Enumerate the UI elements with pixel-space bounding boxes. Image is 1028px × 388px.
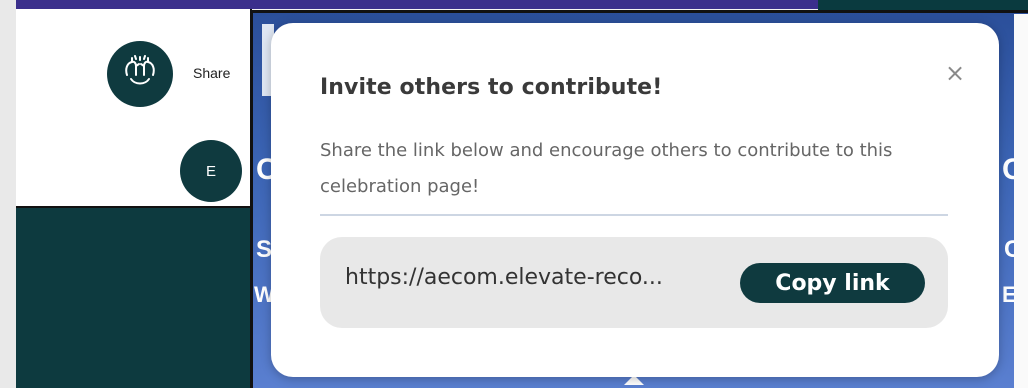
modal-description: Share the link below and encourage other… [320,140,893,197]
celebration-emblem-avatar [107,41,173,107]
banner-letter: S [256,236,273,263]
modal-title: Invite others to contribute! [320,75,663,100]
user-avatar[interactable]: E [180,140,242,202]
close-icon: × [944,59,966,87]
right-background-strip [1014,14,1028,388]
divider [320,214,948,216]
share-link-box: https://aecom.elevate-reco... Copy link [320,237,948,328]
share-link-url[interactable]: https://aecom.elevate-reco... [345,265,725,290]
background-dark-panel [16,208,252,388]
hands-celebration-icon [121,55,159,93]
copy-link-button[interactable]: Copy link [740,263,925,303]
close-button[interactable]: × [942,59,968,87]
share-text-peek: Share [193,65,231,81]
invite-modal: Invite others to contribute! × Share the… [271,23,999,377]
top-accent-bar [16,0,818,9]
left-background-strip [0,0,16,388]
